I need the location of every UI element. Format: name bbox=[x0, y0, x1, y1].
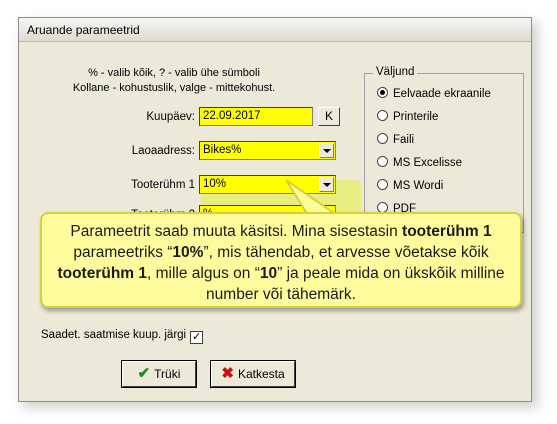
radio-label: MS Wordi bbox=[393, 180, 444, 192]
x-icon: ✖ bbox=[221, 365, 234, 382]
output-group-title: Väljund bbox=[373, 66, 418, 78]
cancel-button[interactable]: ✖ Katkesta bbox=[210, 360, 296, 388]
check-icon: ✔ bbox=[137, 365, 151, 382]
radio-icon bbox=[377, 156, 388, 167]
radio-icon bbox=[377, 179, 388, 190]
chevron-down-icon[interactable] bbox=[319, 177, 334, 192]
radio-label: MS Excelisse bbox=[393, 157, 463, 169]
explanation-callout: Parameetrit saab muuta käsitsi. Mina sis… bbox=[40, 212, 522, 308]
radio-printer[interactable]: Printerile bbox=[377, 110, 438, 123]
radio-selected-icon bbox=[377, 87, 388, 98]
radio-label: Printerile bbox=[393, 111, 439, 123]
hint-colors: Kollane - kohustuslik, valge - mittekohu… bbox=[72, 82, 276, 94]
chevron-down-icon[interactable] bbox=[319, 143, 334, 158]
report-parameters-dialog: Aruande parameetrid % - valib kõik, ? - … bbox=[18, 17, 532, 402]
radio-icon bbox=[377, 133, 388, 144]
tooteruhm1-label: Tooterühm 1 bbox=[131, 179, 195, 191]
laoaadress-label: Laoaadress: bbox=[131, 145, 195, 157]
hint-wildcards: % - valib kõik, ? - valib ühe sümboli bbox=[88, 67, 260, 79]
tooteruhm1-value: 10% bbox=[203, 178, 227, 190]
radio-icon bbox=[377, 110, 388, 121]
print-button[interactable]: ✔ Trüki bbox=[121, 360, 197, 388]
cancel-button-label: Katkesta bbox=[237, 367, 285, 381]
tooteruhm1-dropdown[interactable]: 10% bbox=[199, 175, 336, 194]
kuupaev-input[interactable]: 22.09.2017 bbox=[199, 107, 313, 126]
radio-preview[interactable]: Eelvaade ekraanile bbox=[377, 87, 491, 100]
laoaadress-value: Bikes% bbox=[203, 144, 242, 156]
output-group: Väljund Eelvaade ekraanile Printerile Fa… bbox=[364, 66, 524, 233]
ship-date-label: Saadet. saatmise kuup. järgi bbox=[41, 329, 187, 341]
radio-label: Eelvaade ekraanile bbox=[393, 88, 491, 100]
ship-date-checkbox[interactable]: ✓ bbox=[190, 331, 204, 344]
print-button-label: Trüki bbox=[154, 367, 181, 381]
radio-excel[interactable]: MS Excelisse bbox=[377, 156, 462, 169]
dialog-title: Aruande parameetrid bbox=[19, 18, 531, 42]
ship-date-checkbox-row[interactable]: Saadet. saatmise kuup. järgi ✓ bbox=[41, 329, 204, 344]
radio-file[interactable]: Faili bbox=[377, 133, 414, 146]
calendar-button[interactable]: K bbox=[318, 107, 340, 126]
radio-word[interactable]: MS Wordi bbox=[377, 179, 443, 192]
radio-label: Faili bbox=[393, 134, 415, 146]
laoaadress-dropdown[interactable]: Bikes% bbox=[199, 141, 336, 160]
kuupaev-label: Kuupäev: bbox=[146, 111, 195, 123]
